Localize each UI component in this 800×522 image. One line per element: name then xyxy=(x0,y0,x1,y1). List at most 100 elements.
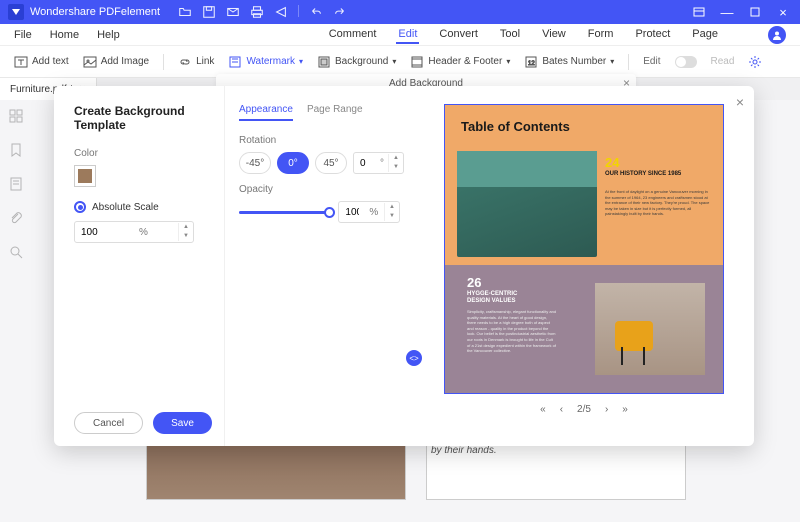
link-icon xyxy=(178,55,192,69)
bates-number-button[interactable]: 12Bates Number▾ xyxy=(524,55,614,69)
tab-appearance[interactable]: Appearance xyxy=(239,104,293,121)
svg-text:12: 12 xyxy=(528,61,535,67)
image-icon xyxy=(83,55,97,69)
save-button[interactable]: Save xyxy=(153,412,212,434)
spinner[interactable]: ▲▼ xyxy=(178,223,193,241)
left-rail xyxy=(0,100,32,260)
radio-icon xyxy=(74,201,86,213)
header-footer-button[interactable]: Header & Footer▾ xyxy=(410,55,510,69)
add-image-button[interactable]: Add Image xyxy=(83,55,149,69)
pager-first-icon[interactable]: « xyxy=(540,404,546,415)
preview-image-1 xyxy=(457,151,597,257)
print-icon[interactable] xyxy=(250,5,264,19)
layers-icon[interactable] xyxy=(8,176,24,192)
chevron-down-icon: ▾ xyxy=(392,57,396,66)
tab-page-range[interactable]: Page Range xyxy=(307,104,363,121)
scale-value-field[interactable] xyxy=(75,227,135,238)
preview-heading-1: OUR HISTORY SINCE 1985 xyxy=(605,171,685,178)
preview-body-2: Simplicity, craftsmanship, elegant funct… xyxy=(467,309,557,354)
create-background-modal: × Create Background Template Color Absol… xyxy=(54,86,754,446)
rotation-45-button[interactable]: 45° xyxy=(315,152,347,174)
text-icon xyxy=(14,55,28,69)
rotation-neg45-button[interactable]: -45° xyxy=(239,152,271,174)
save-icon[interactable] xyxy=(202,5,216,19)
modal-panel-preview: Table of Contents 24 OUR HISTORY SINCE 1… xyxy=(414,86,754,446)
watermark-button[interactable]: Watermark▾ xyxy=(228,55,303,69)
bates-icon: 12 xyxy=(524,55,538,69)
read-mode-label: Read xyxy=(711,56,735,67)
spinner[interactable]: ▲▼ xyxy=(388,154,403,172)
divider xyxy=(628,54,629,70)
app-name: Wondershare PDFelement xyxy=(30,6,160,18)
edit-mode-label: Edit xyxy=(643,56,660,67)
edit-read-toggle[interactable] xyxy=(675,56,697,68)
absolute-scale-input[interactable]: % ▲▼ xyxy=(74,221,194,243)
preview-page-num-2: 26 xyxy=(467,275,481,290)
nav-icon[interactable] xyxy=(690,3,708,21)
pager-next-icon[interactable]: › xyxy=(605,404,608,415)
preview-page-num-1: 24 xyxy=(605,155,619,170)
bookmark-icon[interactable] xyxy=(8,142,24,158)
rotation-value-field[interactable] xyxy=(354,158,376,169)
modal-title: Create Background Template xyxy=(74,104,204,132)
share-icon[interactable] xyxy=(274,5,288,19)
close-icon[interactable]: × xyxy=(774,3,792,21)
pager-prev-icon[interactable]: ‹ xyxy=(560,404,563,415)
menu-protect[interactable]: Protect xyxy=(633,26,672,44)
background-button[interactable]: Background▾ xyxy=(317,55,396,69)
search-icon[interactable] xyxy=(8,244,24,260)
titlebar: Wondershare PDFelement — × xyxy=(0,0,800,24)
attachment-icon[interactable] xyxy=(8,210,24,226)
preview-heading-2: HYGGE-CENTRIC DESIGN VALUES xyxy=(467,291,537,305)
page-preview: Table of Contents 24 OUR HISTORY SINCE 1… xyxy=(444,104,724,394)
link-button[interactable]: Link xyxy=(178,55,214,69)
preview-body-1: At the front of daylight on a genuine Va… xyxy=(605,189,711,217)
menu-edit[interactable]: Edit xyxy=(396,26,419,44)
opacity-input[interactable]: % ▲▼ xyxy=(338,201,400,223)
redo-icon[interactable] xyxy=(333,5,347,19)
preview-title: Table of Contents xyxy=(461,119,570,134)
user-avatar-icon[interactable] xyxy=(768,26,786,44)
rotation-0-button[interactable]: 0° xyxy=(277,152,309,174)
spinner[interactable]: ▲▼ xyxy=(384,203,399,221)
background-icon xyxy=(317,55,331,69)
chevron-down-icon: ▾ xyxy=(506,57,510,66)
menu-home[interactable]: Home xyxy=(50,29,79,41)
header-footer-icon xyxy=(410,55,424,69)
menu-convert[interactable]: Convert xyxy=(437,26,480,44)
preview-image-2 xyxy=(595,283,705,375)
mail-icon[interactable] xyxy=(226,5,240,19)
rotation-label: Rotation xyxy=(239,135,400,146)
menu-form[interactable]: Form xyxy=(586,26,616,44)
menu-page[interactable]: Page xyxy=(690,26,720,44)
add-text-button[interactable]: Add text xyxy=(14,55,69,69)
opacity-slider[interactable] xyxy=(239,205,330,219)
modal-panel-appearance: Appearance Page Range Rotation -45° 0° 4… xyxy=(224,86,414,446)
open-icon[interactable] xyxy=(178,5,192,19)
chevron-down-icon: ▾ xyxy=(299,57,303,66)
watermark-icon xyxy=(228,55,242,69)
opacity-value-field[interactable] xyxy=(339,207,365,218)
rotation-input[interactable]: ° ▲▼ xyxy=(353,152,404,174)
cancel-button[interactable]: Cancel xyxy=(74,412,143,434)
doc-image xyxy=(146,440,406,500)
undo-icon[interactable] xyxy=(309,5,323,19)
minimize-icon[interactable]: — xyxy=(718,3,736,21)
preview-pager: « ‹ 2/5 › » xyxy=(540,404,628,415)
menu-tool[interactable]: Tool xyxy=(498,26,522,44)
color-swatch[interactable] xyxy=(74,165,96,187)
menu-view[interactable]: View xyxy=(540,26,568,44)
pager-last-icon[interactable]: » xyxy=(622,404,628,415)
divider xyxy=(163,54,164,70)
menu-file[interactable]: File xyxy=(14,29,32,41)
menu-comment[interactable]: Comment xyxy=(327,26,379,44)
absolute-scale-radio[interactable]: Absolute Scale xyxy=(74,201,204,213)
modal-panel-settings: Create Background Template Color Absolut… xyxy=(54,86,224,446)
menu-help[interactable]: Help xyxy=(97,29,120,41)
color-label: Color xyxy=(74,148,204,159)
maximize-icon[interactable] xyxy=(746,3,764,21)
opacity-label: Opacity xyxy=(239,184,400,195)
menubar: File Home Help Comment Edit Convert Tool… xyxy=(0,24,800,46)
thumbnails-icon[interactable] xyxy=(8,108,24,124)
gear-icon[interactable] xyxy=(748,55,762,69)
